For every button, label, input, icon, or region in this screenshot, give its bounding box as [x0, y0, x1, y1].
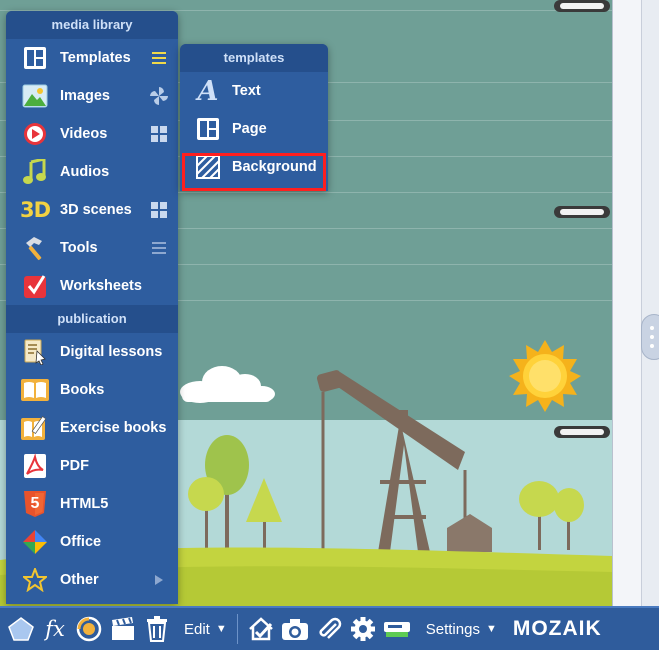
menu-item-label: Office	[60, 534, 102, 550]
worksheets-icon	[21, 272, 49, 300]
spiral-ring	[554, 426, 610, 438]
side-panel-edge	[641, 0, 659, 606]
audios-icon	[21, 158, 49, 186]
page-template-icon	[194, 115, 222, 143]
menu-item-templates[interactable]: Templates	[6, 39, 178, 77]
paperclip-icon[interactable]	[312, 612, 346, 646]
media-play-icon[interactable]	[72, 612, 106, 646]
text-template-icon: A	[194, 75, 222, 107]
gear-icon[interactable]	[346, 612, 380, 646]
menu-item-label: 3D scenes	[60, 202, 132, 218]
spiral-ring	[554, 206, 610, 218]
menu-item-exercise-books[interactable]: Exercise books	[6, 409, 178, 447]
menu-item-images[interactable]: Images	[6, 77, 178, 115]
star-icon	[21, 566, 49, 594]
submenu-item-text[interactable]: A Text	[180, 72, 328, 110]
camera-icon[interactable]	[278, 612, 312, 646]
edit-menu-button[interactable]: Edit ▼	[180, 612, 231, 646]
settings-menu-button[interactable]: Settings ▼	[422, 612, 501, 646]
html5-icon: 5	[21, 490, 49, 518]
settings-label: Settings	[425, 620, 480, 638]
menu-item-worksheets[interactable]: Worksheets	[6, 267, 178, 305]
menu-item-label: Exercise books	[60, 420, 167, 436]
templates-icon	[21, 44, 49, 72]
spiral-ring	[554, 0, 610, 12]
menu-item-books[interactable]: Books	[6, 371, 178, 409]
logo-text: MOZAIK	[512, 617, 602, 640]
3d-scenes-icon: 3D	[19, 196, 51, 224]
list-view-icon	[149, 48, 169, 68]
formula-icon: fx	[45, 617, 65, 641]
caret-down-icon: ▼	[215, 623, 227, 635]
grid-view-icon	[149, 124, 169, 144]
submenu-item-label: Text	[232, 83, 261, 99]
templates-header: templates	[180, 44, 328, 72]
publication-header: publication	[6, 305, 178, 333]
menu-item-label: Tools	[60, 240, 98, 256]
menu-item-label: Audios	[60, 164, 110, 180]
menu-item-pdf[interactable]: PDF	[6, 447, 178, 485]
bottom-toolbar: fx Edit ▼ Settings ▼ MOZAIK	[0, 606, 659, 650]
text-template-icon-letter: A	[197, 75, 219, 107]
books-icon	[21, 376, 49, 404]
menu-item-label: Worksheets	[60, 278, 142, 294]
list-view-icon	[149, 238, 169, 258]
office-icon	[21, 528, 49, 556]
submenu-item-label: Page	[232, 121, 267, 137]
menu-item-audios[interactable]: Audios	[6, 153, 178, 191]
menu-item-label: Videos	[60, 126, 108, 142]
grid-view-icon	[149, 200, 169, 220]
menu-item-office[interactable]: Office	[6, 523, 178, 561]
menu-item-3d-scenes[interactable]: 3D 3D scenes	[6, 191, 178, 229]
menu-item-label: Templates	[60, 50, 131, 66]
pinwheel-icon	[149, 86, 169, 106]
media-library-header: media library	[6, 11, 178, 39]
3d-icon-text: 3D	[19, 198, 51, 222]
digital-lessons-icon	[21, 338, 49, 366]
right-page-margin	[612, 0, 659, 606]
menu-item-other[interactable]: Other	[6, 561, 178, 599]
shapes-icon[interactable]	[4, 612, 38, 646]
clapperboard-icon[interactable]	[106, 612, 140, 646]
caret-down-icon: ▼	[485, 623, 497, 635]
html5-icon-text: 5	[30, 495, 40, 512]
scanner-icon[interactable]	[380, 612, 414, 646]
menu-item-label: Digital lessons	[60, 344, 163, 360]
menu-item-tools[interactable]: Tools	[6, 229, 178, 267]
videos-icon	[21, 120, 49, 148]
trash-icon[interactable]	[140, 612, 174, 646]
mozaik-logo: MOZAIK	[513, 617, 602, 641]
home-check-icon[interactable]	[244, 612, 278, 646]
pdf-icon	[21, 452, 49, 480]
menu-item-html5[interactable]: 5 HTML5	[6, 485, 178, 523]
menu-item-label: HTML5	[60, 496, 109, 512]
edit-label: Edit	[184, 620, 210, 638]
menu-item-label: Books	[60, 382, 105, 398]
side-panel-handle[interactable]	[641, 314, 659, 360]
submenu-item-page[interactable]: Page	[180, 110, 328, 148]
menu-item-videos[interactable]: Videos	[6, 115, 178, 153]
toolbar-divider	[236, 614, 238, 644]
cloud-icon	[180, 366, 275, 403]
images-icon	[21, 82, 49, 110]
menu-item-label: Images	[60, 88, 110, 104]
media-library-menu: media library Templates Images Videos Au	[6, 11, 178, 604]
formula-button[interactable]: fx	[38, 612, 72, 646]
exercise-books-icon	[21, 414, 49, 442]
submenu-arrow-icon	[149, 570, 169, 590]
menu-item-label: PDF	[60, 458, 89, 474]
sun-icon	[509, 340, 581, 412]
tools-icon	[21, 234, 49, 262]
menu-item-digital-lessons[interactable]: Digital lessons	[6, 333, 178, 371]
background-item-highlight	[182, 153, 326, 191]
menu-item-label: Other	[60, 572, 99, 588]
